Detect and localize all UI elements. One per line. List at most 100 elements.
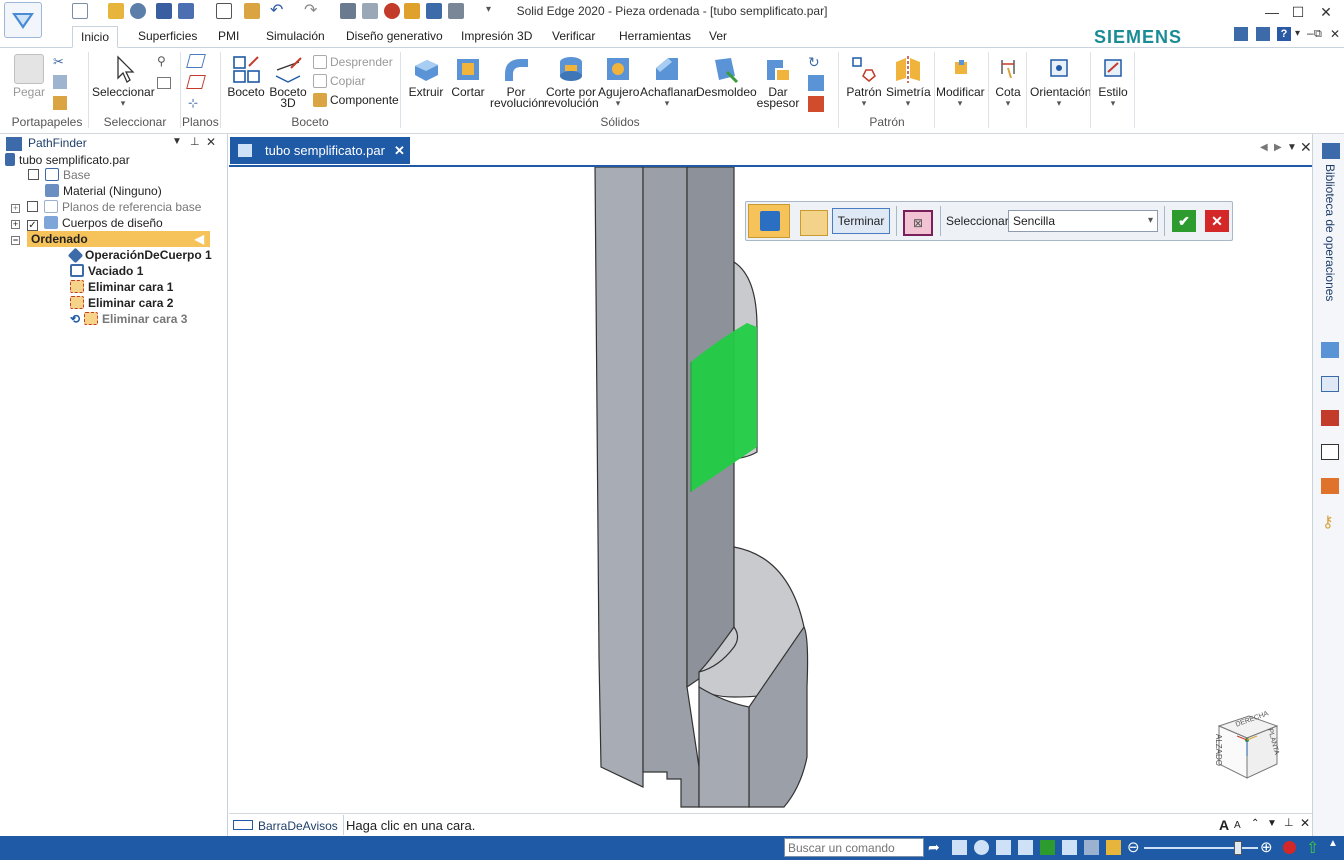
redo-icon[interactable]: ↷ xyxy=(304,3,320,19)
select-mode-dropdown[interactable]: Sencilla ▾ xyxy=(1008,210,1158,232)
hole-button[interactable]: Agujero ▾ xyxy=(598,54,639,109)
view-cube[interactable]: ALZADO DERECHA PLANTA xyxy=(1213,710,1283,782)
upload-icon[interactable]: ⇧ xyxy=(1306,838,1319,858)
dock-tool-3-icon[interactable] xyxy=(1321,410,1339,426)
tab-pmi[interactable]: PMI xyxy=(210,26,247,48)
pan-icon[interactable] xyxy=(1018,840,1033,855)
dock-tool-5-icon[interactable] xyxy=(1321,478,1339,494)
zoom-out-icon[interactable]: ⊖ xyxy=(1127,838,1140,856)
tool-6-icon[interactable] xyxy=(448,3,464,19)
fit-icon[interactable]: ⊠ xyxy=(903,210,933,236)
cut-icon[interactable]: ✂ xyxy=(53,54,67,69)
filter-icon[interactable]: ⚲ xyxy=(157,54,173,68)
tab-verificar[interactable]: Verificar xyxy=(544,26,603,48)
doc-minimize-button[interactable]: – xyxy=(1307,26,1314,40)
tree-item-design-bodies[interactable]: + ✓ Cuerpos de diseño xyxy=(11,215,163,231)
tool-3-icon[interactable] xyxy=(384,3,400,19)
document-tab-close-icon[interactable]: ✕ xyxy=(394,137,405,164)
cut-button[interactable]: Cortar xyxy=(448,54,488,98)
help-icon[interactable]: ? xyxy=(1277,27,1291,41)
pathfinder-close-icon[interactable]: ✕ xyxy=(206,135,216,149)
fit-view-icon[interactable] xyxy=(996,840,1011,855)
rotate-icon[interactable] xyxy=(1040,840,1055,855)
tab-scroll-right-icon[interactable]: ▶ xyxy=(1274,142,1282,153)
open-file-icon[interactable] xyxy=(108,3,124,19)
tree-item-body-operation[interactable]: OperaciónDeCuerpo 1 xyxy=(67,247,212,264)
pattern-button[interactable]: Patrón ▾ xyxy=(844,54,884,109)
tab-diseno-generativo[interactable]: Diseño generativo xyxy=(338,26,451,48)
run-command-icon[interactable]: ➦ xyxy=(928,839,940,856)
tree-item-shell[interactable]: Vaciado 1 xyxy=(70,263,143,279)
format-painter-icon[interactable] xyxy=(53,96,67,110)
key-icon[interactable]: ⚷ xyxy=(1322,512,1334,532)
status-menu-icon[interactable]: ▲ xyxy=(1328,838,1338,849)
outer-wall-face[interactable] xyxy=(594,166,644,788)
display-mode-icon[interactable] xyxy=(1084,840,1099,855)
dock-tool-4-icon[interactable] xyxy=(1321,444,1339,460)
sketch-button[interactable]: Boceto xyxy=(226,54,266,98)
tool-2-icon[interactable] xyxy=(362,3,378,19)
select-button[interactable]: Seleccionar ▾ xyxy=(92,54,155,109)
graphics-window[interactable]: Terminar ⊠ Seleccionar: Sencilla ▾ ✔ ✕ A… xyxy=(229,165,1312,809)
tool-1-icon[interactable] xyxy=(340,3,356,19)
document-tab[interactable]: tubo semplificato.par ✕ xyxy=(230,137,410,164)
dock-tool-1-icon[interactable] xyxy=(1321,342,1339,358)
chamfer-button[interactable]: Achaflanar ▾ xyxy=(640,54,697,109)
copy-icon[interactable] xyxy=(53,75,67,89)
plane-angle-icon[interactable] xyxy=(186,75,206,89)
tab-inicio[interactable]: Inicio xyxy=(72,26,119,48)
tree-item-base[interactable]: Base xyxy=(28,167,90,183)
command-search-input[interactable] xyxy=(784,838,924,857)
minimize-button[interactable]: — xyxy=(1260,2,1284,22)
search-icon[interactable] xyxy=(130,3,146,19)
tree-item-delete-face-1[interactable]: Eliminar cara 1 xyxy=(70,279,173,295)
revolve-button[interactable]: Por revolución xyxy=(490,54,545,109)
checkbox[interactable] xyxy=(28,169,39,180)
select-box-icon[interactable] xyxy=(157,77,171,89)
zoom-area-icon[interactable] xyxy=(952,840,967,855)
mirror-button[interactable]: Simetría ▾ xyxy=(886,54,931,109)
record-icon[interactable] xyxy=(1283,841,1296,854)
preview-button[interactable] xyxy=(800,210,828,236)
coordinate-system-icon[interactable]: ⊹ xyxy=(188,96,204,110)
close-button[interactable]: ✕ xyxy=(1314,2,1338,22)
thicken-button[interactable]: Dar espesor xyxy=(754,54,802,109)
doc-close-button[interactable]: ✕ xyxy=(1330,27,1340,41)
tab-scroll-left-icon[interactable]: ◀ xyxy=(1260,142,1268,153)
save-as-icon[interactable] xyxy=(178,3,194,19)
detach-button[interactable]: Desprender xyxy=(313,55,393,69)
layout-icon[interactable] xyxy=(1256,27,1270,41)
tree-item-reference-planes[interactable]: + Planos de referencia base xyxy=(11,199,201,215)
accept-icon[interactable]: ✔ xyxy=(1172,210,1196,232)
tab-list-icon[interactable]: ▼ xyxy=(1287,142,1297,153)
zoom-in-icon[interactable]: ⊕ xyxy=(1260,838,1273,856)
rotate-feature-icon[interactable]: ↻ xyxy=(808,54,826,70)
extrude-button[interactable]: Extruir xyxy=(406,54,446,98)
block-icon[interactable] xyxy=(808,75,824,91)
expand-icon[interactable]: + xyxy=(11,204,20,213)
expand-up-icon[interactable]: ⌃ xyxy=(1251,818,1259,829)
zoom-slider-handle[interactable] xyxy=(1234,841,1242,855)
tree-root[interactable]: tubo semplificato.par xyxy=(5,152,130,168)
pane-icon[interactable] xyxy=(1234,27,1248,41)
plane-icon[interactable] xyxy=(186,54,206,68)
tree-item-material[interactable]: Material (Ninguno) xyxy=(45,183,162,199)
component-button[interactable]: Componente xyxy=(313,93,399,107)
export-icon[interactable] xyxy=(244,3,260,19)
pin-icon[interactable]: ⊥ xyxy=(190,135,200,148)
help-select-icon[interactable] xyxy=(426,3,442,19)
orientation-button[interactable]: Orientación ▾ xyxy=(1030,54,1091,109)
new-file-icon[interactable] xyxy=(72,3,88,19)
notice-pin-icon[interactable]: ⊥ xyxy=(1284,816,1294,829)
collapse-icon[interactable]: − xyxy=(11,236,20,245)
feature-library-tab[interactable]: Biblioteca de operaciones xyxy=(1323,164,1337,301)
zoom-icon[interactable] xyxy=(974,840,989,855)
modify-button[interactable]: Modificar ▾ xyxy=(936,54,985,109)
tree-item-ordered[interactable]: − Ordenado ◀ xyxy=(11,231,211,247)
view-orient-icon[interactable] xyxy=(1062,840,1077,855)
view-style-icon[interactable] xyxy=(1106,840,1121,855)
copy-sketch-button[interactable]: Copiar xyxy=(313,74,365,88)
draft-button[interactable]: Desmoldeo xyxy=(696,54,757,98)
properties-icon[interactable] xyxy=(216,3,232,19)
ribbon-options-icon[interactable]: ▾ xyxy=(1295,28,1300,39)
